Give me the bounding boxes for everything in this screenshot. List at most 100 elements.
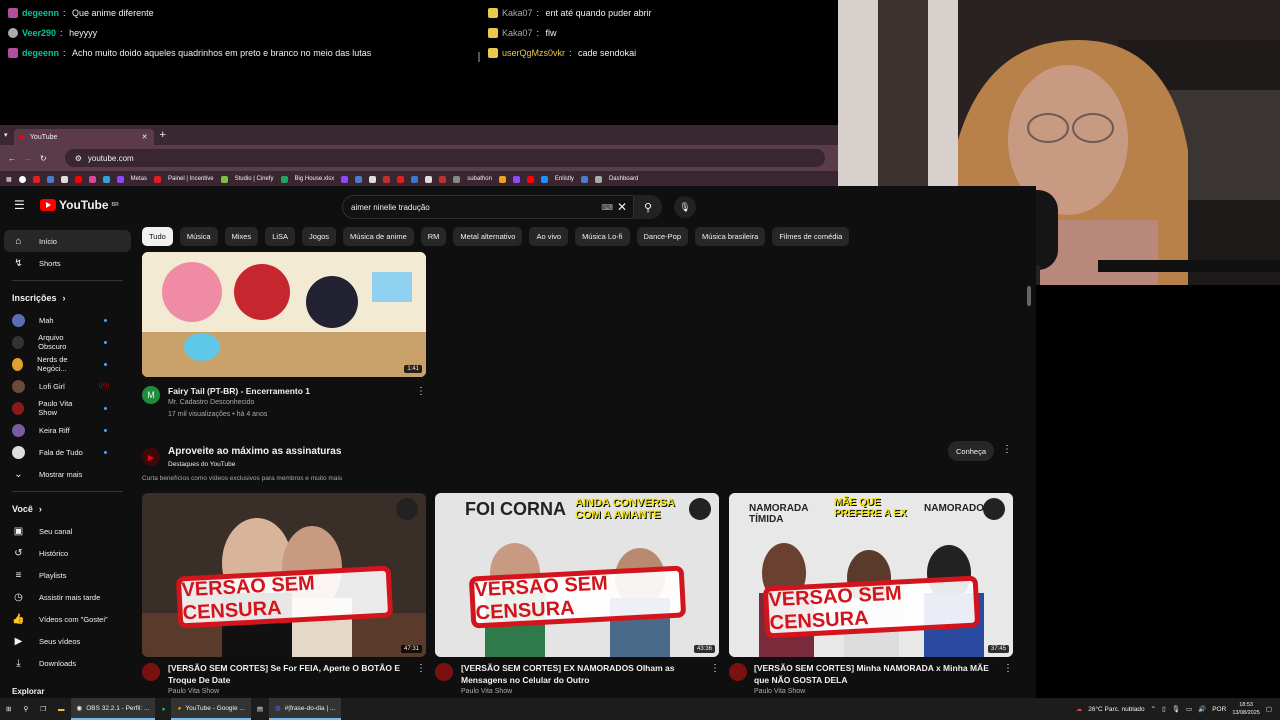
clock[interactable]: 18:53 13/08/2025 <box>1232 701 1260 717</box>
more-options-icon[interactable]: ⋮ <box>416 386 426 397</box>
video-thumbnail[interactable]: VERSÃO SEM CENSURA 47:31 <box>142 493 426 657</box>
video-channel[interactable]: Paulo Vita Show <box>168 686 219 698</box>
weather-text[interactable]: 26°C Parc. nublado <box>1088 706 1144 713</box>
search-input[interactable]: aimer ninelie tradução ⌨ ✕ <box>342 195 634 219</box>
chip[interactable]: Música de anime <box>343 227 414 246</box>
bookmark-icon[interactable] <box>32 175 40 183</box>
chip[interactable]: Ao vivo <box>529 227 569 246</box>
channel-avatar[interactable] <box>142 663 160 681</box>
bookmark-subathon[interactable]: subathon <box>467 176 492 182</box>
language-indicator[interactable]: POR <box>1212 706 1226 713</box>
taskbar-app-discord[interactable]: ◍ #|frase-do-dia | ... <box>269 698 342 720</box>
voice-search-button[interactable]: 🎙 <box>674 196 696 218</box>
more-options-icon[interactable]: ⋮ <box>1003 663 1013 674</box>
bookmark-icon[interactable] <box>580 175 588 183</box>
bookmark-icon[interactable] <box>74 175 82 183</box>
search-button[interactable]: ⚲ <box>634 195 662 219</box>
sidebar-item-subscription[interactable]: Paulo Vita Show <box>0 397 135 419</box>
video-title[interactable]: [VERSÃO SEM CORTES] Minha NAMORADA x Min… <box>754 662 998 686</box>
forward-icon[interactable]: → <box>24 154 32 163</box>
bookmark-icon[interactable] <box>60 175 68 183</box>
bookmark-cinefy[interactable]: Studio | Cinefy <box>235 176 274 182</box>
subscriptions-heading[interactable]: Inscrições › <box>0 287 135 309</box>
you-heading[interactable]: Você › <box>0 498 135 520</box>
bookmark-icon[interactable] <box>355 175 363 183</box>
bookmark-big-house[interactable]: Big House.xlsx <box>295 176 335 182</box>
keyboard-icon[interactable]: ⌨ <box>601 203 613 212</box>
taskbar-app-spotify[interactable]: ● <box>155 698 171 720</box>
sidebar-item-downloads[interactable]: ⤓ Downloads <box>0 652 135 674</box>
bookmark-icon[interactable] <box>439 175 447 183</box>
chip[interactable]: LiSA <box>265 227 296 246</box>
bookmark-dashboard[interactable]: Dashboard <box>609 176 638 182</box>
bookmark-icon[interactable] <box>453 175 461 183</box>
sidebar-item-liked-videos[interactable]: 👍 Vídeos com "Gostei" <box>0 608 135 630</box>
bookmark-icon[interactable] <box>540 175 548 183</box>
sidebar-item-playlists[interactable]: ≡ Playlists <box>0 564 135 586</box>
taskbar-app-chrome[interactable]: ◕ YouTube - Google ... <box>171 698 251 720</box>
sidebar-item-subscription[interactable]: Nerds de Negóci... <box>0 353 135 375</box>
video-thumbnail[interactable]: NAMORADA TÍMIDA MÃE QUE PREFERE A EX NAM… <box>729 493 1013 657</box>
tab-list-icon[interactable]: ▾ <box>4 131 8 139</box>
tab-youtube[interactable]: ▶ YouTube ✕ <box>13 129 154 145</box>
sidebar-item-history[interactable]: ↺ Histórico <box>0 542 135 564</box>
site-info-icon[interactable]: ⚙ <box>75 154 82 163</box>
bookmark-icon[interactable] <box>526 175 534 183</box>
bookmark-icon[interactable] <box>280 175 288 183</box>
bookmark-metas[interactable]: Metas <box>131 176 147 182</box>
bookmark-icon[interactable] <box>594 175 602 183</box>
bookmark-icon[interactable] <box>397 175 405 183</box>
bookmark-incentive[interactable]: Painel | Incentive <box>168 176 214 182</box>
page-scrollbar[interactable] <box>1027 286 1031 306</box>
video-title[interactable]: [VERSÃO SEM CORTES] Se For FEIA, Aperte … <box>168 662 416 686</box>
network-icon[interactable]: ▭ <box>1186 705 1192 713</box>
bookmark-icon[interactable] <box>102 175 110 183</box>
chip[interactable]: Metal alternativo <box>453 227 523 246</box>
bookmark-icon[interactable] <box>220 175 228 183</box>
chip[interactable]: Jogos <box>302 227 337 246</box>
bookmark-icon[interactable] <box>512 175 520 183</box>
bookmark-icon[interactable] <box>498 175 506 183</box>
bookmark-icon[interactable] <box>154 175 162 183</box>
sidebar-item-your-channel[interactable]: ▣ Seu canal <box>0 520 135 542</box>
bookmark-icon[interactable] <box>411 175 419 183</box>
file-explorer-button[interactable]: ▬ <box>52 698 71 720</box>
video-thumbnail[interactable]: FOI CORNA AINDA CONVERSA COM A AMANTE VE… <box>435 493 719 657</box>
channel-avatar[interactable]: M <box>142 386 160 404</box>
bookmark-icon[interactable] <box>369 175 377 183</box>
bookmark-icon[interactable] <box>18 175 26 183</box>
bookmark-icon[interactable] <box>425 175 433 183</box>
sidebar-item-subscription[interactable]: Fala de Tudo <box>0 441 135 463</box>
volume-icon[interactable]: 🔊 <box>1198 705 1206 713</box>
apps-icon[interactable]: ▦ <box>6 176 12 183</box>
bookmark-icon[interactable] <box>341 175 349 183</box>
channel-avatar[interactable] <box>729 663 747 681</box>
video-title[interactable]: [VERSÃO SEM CORTES] EX NAMORADOS Olham a… <box>461 662 709 686</box>
close-tab-icon[interactable]: ✕ <box>142 133 148 141</box>
sidebar-item-subscription[interactable]: Mah <box>0 309 135 331</box>
learn-more-button[interactable]: Conheça <box>948 441 995 461</box>
task-view-button[interactable]: ❐ <box>34 698 52 720</box>
new-tab-icon[interactable]: + <box>160 129 166 141</box>
start-button[interactable]: ⊞ <box>0 698 17 720</box>
bookmark-enlistly[interactable]: Enlistly <box>555 176 574 182</box>
chip[interactable]: Música brasileira <box>695 227 766 246</box>
menu-icon[interactable]: ☰ <box>14 198 25 212</box>
back-icon[interactable]: ← <box>8 154 16 163</box>
sidebar-item-shorts[interactable]: ↯ Shorts <box>0 252 135 274</box>
sidebar-show-more[interactable]: ⌄ Mostrar mais <box>0 463 135 485</box>
chip[interactable]: Música Lo-fi <box>575 227 630 246</box>
bookmark-icon[interactable] <box>383 175 391 183</box>
sidebar-item-home[interactable]: ⌂ Início <box>4 230 131 252</box>
url-bar[interactable]: ⚙ youtube.com <box>64 149 825 167</box>
battery-icon[interactable]: ▯ <box>1162 705 1166 713</box>
taskbar-app-obs[interactable]: ◉ OBS 32.2.1 - Perfil: ... <box>70 698 156 720</box>
chip[interactable]: Dance-Pop <box>636 227 689 246</box>
chip[interactable]: Música <box>179 227 218 246</box>
taskbar-app-notes[interactable]: ▤ <box>251 698 269 720</box>
clear-search-icon[interactable]: ✕ <box>617 200 627 214</box>
video-channel[interactable]: Paulo Vita Show <box>754 686 805 698</box>
notifications-icon[interactable]: ▢ <box>1266 705 1272 713</box>
sidebar-item-subscription[interactable]: Lofi Girl ((•)) <box>0 375 135 397</box>
bookmark-icon[interactable] <box>88 175 96 183</box>
